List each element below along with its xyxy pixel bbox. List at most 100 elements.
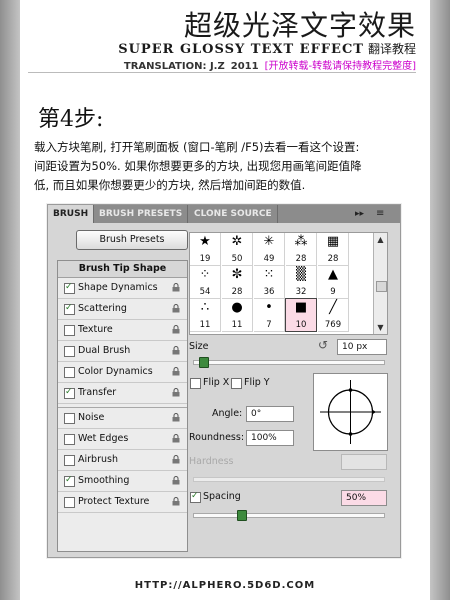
brush-tip-cell[interactable]: ● 11 [222, 299, 253, 332]
option-checkbox[interactable] [64, 367, 75, 378]
option-checkbox[interactable] [64, 497, 75, 508]
header-divider [28, 72, 416, 73]
brush-option-item[interactable]: ✓ Shape Dynamics [58, 278, 187, 299]
page-title: 超级光泽文字效果 [183, 9, 416, 42]
spacing-slider-thumb[interactable] [236, 510, 247, 521]
brush-tip-cell[interactable]: ⁙ 36 [254, 266, 285, 299]
flip-x-checkbox[interactable] [190, 378, 201, 389]
brush-angle-preview[interactable] [313, 373, 388, 451]
flip-y-checkbox[interactable] [231, 378, 242, 389]
tab-brush[interactable]: BRUSH [48, 205, 95, 223]
checkmark-icon: ✓ [65, 282, 73, 292]
scroll-down-icon[interactable]: ▼ [375, 323, 386, 332]
checkmark-icon: ✓ [191, 491, 199, 501]
brush-size-label: 28 [327, 254, 339, 264]
brush-tip-icon: • [265, 300, 273, 315]
brush-tip-cell[interactable]: ∴ 11 [190, 299, 221, 332]
option-checkbox[interactable]: ✓ [64, 475, 75, 487]
brush-tip-cell[interactable]: ╱ 769 [318, 299, 349, 332]
panel-collapse-icon[interactable]: ▸▸ [355, 205, 364, 223]
spacing-input[interactable]: 50% [341, 490, 387, 506]
spacing-checkbox[interactable]: ✓ [190, 491, 201, 503]
option-checkbox[interactable] [64, 413, 75, 424]
option-checkbox[interactable] [64, 325, 75, 336]
option-checkbox[interactable]: ✓ [64, 387, 75, 399]
brush-option-item[interactable]: ✓ Scattering [58, 299, 187, 320]
option-checkbox[interactable] [64, 455, 75, 466]
lock-icon[interactable] [171, 434, 181, 443]
spacing-slider-track[interactable] [193, 513, 385, 518]
brush-option-item[interactable]: Noise [58, 408, 187, 429]
brush-tip-cell[interactable]: ✲ 50 [222, 233, 253, 266]
lock-icon[interactable] [171, 283, 181, 292]
brush-tip-icon: ▲ [328, 267, 338, 282]
brush-tip-cell[interactable]: ✼ 28 [222, 266, 253, 299]
option-checkbox[interactable]: ✓ [64, 282, 75, 294]
option-checkbox[interactable] [64, 434, 75, 445]
hardness-slider-track [193, 477, 385, 482]
brush-size-label: 28 [295, 254, 307, 264]
flip-x-label: Flip X [203, 377, 230, 388]
scroll-thumb[interactable] [376, 281, 387, 292]
brush-tip-cell[interactable]: ✳ 49 [254, 233, 285, 266]
brush-presets-button[interactable]: Brush Presets [76, 230, 188, 250]
brush-tip-icon: ▒ [296, 267, 306, 282]
brush-tip-cell[interactable]: • 7 [254, 299, 285, 332]
brush-tip-cell[interactable]: ▲ 9 [318, 266, 349, 299]
lock-icon[interactable] [171, 413, 181, 422]
brush-tip-cell[interactable]: ▦ 28 [318, 233, 349, 266]
lock-icon[interactable] [171, 346, 181, 355]
option-label: Transfer [78, 387, 117, 398]
brush-tip-cell[interactable]: ▒ 32 [286, 266, 317, 299]
lock-icon[interactable] [171, 476, 181, 485]
page-subtitle: SUPER GLOSSY TEXT EFFECT 翻译教程 [118, 40, 416, 57]
brush-tip-shape-item[interactable]: Brush Tip Shape [58, 261, 187, 278]
brush-grid-scrollbar[interactable]: ▲ ▼ [373, 233, 387, 334]
brush-tip-cell[interactable]: ■ 10 [285, 298, 317, 332]
size-slider-thumb[interactable] [198, 357, 209, 368]
lock-icon[interactable] [171, 455, 181, 464]
tab-brush-presets[interactable]: BRUSH PRESETS [94, 205, 189, 223]
step-heading: 第4步: [38, 107, 104, 132]
lock-icon[interactable] [171, 388, 181, 397]
brush-option-item[interactable]: ✓ Transfer [58, 383, 187, 404]
lock-icon[interactable] [171, 367, 181, 376]
subtitle-cn: 翻译教程 [367, 42, 416, 56]
brush-option-item[interactable]: Texture [58, 320, 187, 341]
scroll-up-icon[interactable]: ▲ [375, 235, 386, 244]
desc-line: 低, 而且如果你想要更少的方块, 然后增加间距的数值. [34, 178, 306, 192]
crosshair-circle-icon [320, 380, 381, 444]
brush-option-item[interactable]: Dual Brush [58, 341, 187, 362]
brush-option-item[interactable]: Protect Texture [58, 492, 187, 513]
brush-option-item[interactable]: Color Dynamics [58, 362, 187, 383]
option-checkbox[interactable]: ✓ [64, 303, 75, 315]
option-label: Color Dynamics [78, 366, 153, 377]
brush-tip-cell[interactable]: ⁂ 28 [286, 233, 317, 266]
brush-option-item[interactable]: Wet Edges [58, 429, 187, 450]
brush-option-item[interactable]: ✓ Smoothing [58, 471, 187, 492]
option-label: Airbrush [78, 454, 118, 465]
brush-tip-icon: ✼ [231, 267, 243, 282]
brush-tip-cell[interactable]: ⁘ 54 [190, 266, 221, 299]
brush-panel: BRUSH BRUSH PRESETS CLONE SOURCE ▸▸ ≡ Br… [47, 204, 401, 558]
brush-option-item[interactable]: Airbrush [58, 450, 187, 471]
brush-size-label: 9 [330, 287, 336, 297]
size-input[interactable]: 10 px [337, 339, 387, 355]
panel-menu-icon[interactable]: ≡ [376, 205, 384, 223]
credit-year: 2011 [230, 61, 259, 72]
tab-clone-source[interactable]: CLONE SOURCE [189, 205, 278, 223]
lock-icon[interactable] [171, 304, 181, 313]
lock-icon[interactable] [171, 497, 181, 506]
option-label: Scattering [78, 303, 127, 314]
reset-size-icon[interactable]: ↺ [318, 338, 328, 352]
size-slider-track[interactable] [193, 360, 385, 365]
panel-tab-bar: BRUSH BRUSH PRESETS CLONE SOURCE ▸▸ ≡ [48, 205, 400, 223]
angle-input[interactable]: 0° [246, 406, 294, 422]
lock-icon[interactable] [171, 325, 181, 334]
roundness-input[interactable]: 100% [246, 430, 294, 446]
footer-url[interactable]: HTTP://ALPHERO.5D6D.COM [0, 580, 450, 591]
brush-tip-cell[interactable]: ★ 19 [190, 233, 221, 266]
roundness-label: Roundness: [189, 432, 245, 443]
brush-size-label: 10 [295, 320, 307, 330]
option-checkbox[interactable] [64, 346, 75, 357]
